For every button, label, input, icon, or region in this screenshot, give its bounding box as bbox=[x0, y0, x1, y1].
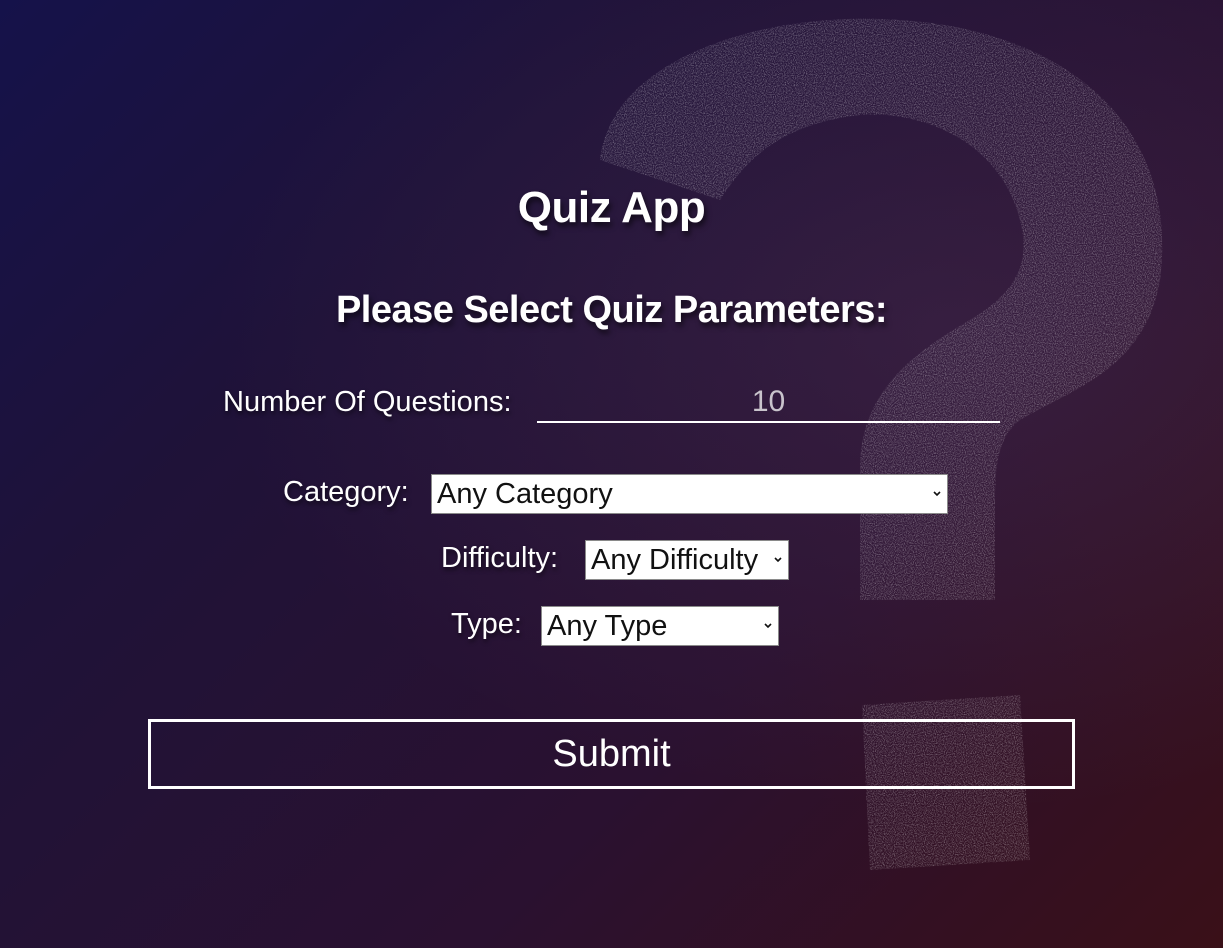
type-label: Type: bbox=[451, 608, 522, 640]
difficulty-selected-value: Any Difficulty bbox=[591, 544, 759, 576]
chevron-down-icon bbox=[933, 491, 941, 497]
questions-input[interactable] bbox=[537, 382, 1000, 423]
page-subtitle: Please Select Quiz Parameters: bbox=[335, 289, 888, 331]
category-label: Category: bbox=[283, 476, 409, 508]
category-selected-value: Any Category bbox=[437, 478, 613, 510]
type-select[interactable]: Any Type bbox=[541, 606, 779, 646]
questions-label: Number Of Questions: bbox=[223, 386, 512, 418]
chevron-down-icon bbox=[764, 623, 772, 629]
difficulty-label: Difficulty: bbox=[441, 542, 559, 574]
chevron-down-icon bbox=[774, 557, 782, 563]
category-select[interactable]: Any Category bbox=[431, 474, 948, 514]
page-title: Quiz App bbox=[517, 183, 706, 232]
type-selected-value: Any Type bbox=[547, 610, 668, 642]
submit-button[interactable]: Submit bbox=[148, 719, 1075, 789]
difficulty-select[interactable]: Any Difficulty bbox=[585, 540, 789, 580]
